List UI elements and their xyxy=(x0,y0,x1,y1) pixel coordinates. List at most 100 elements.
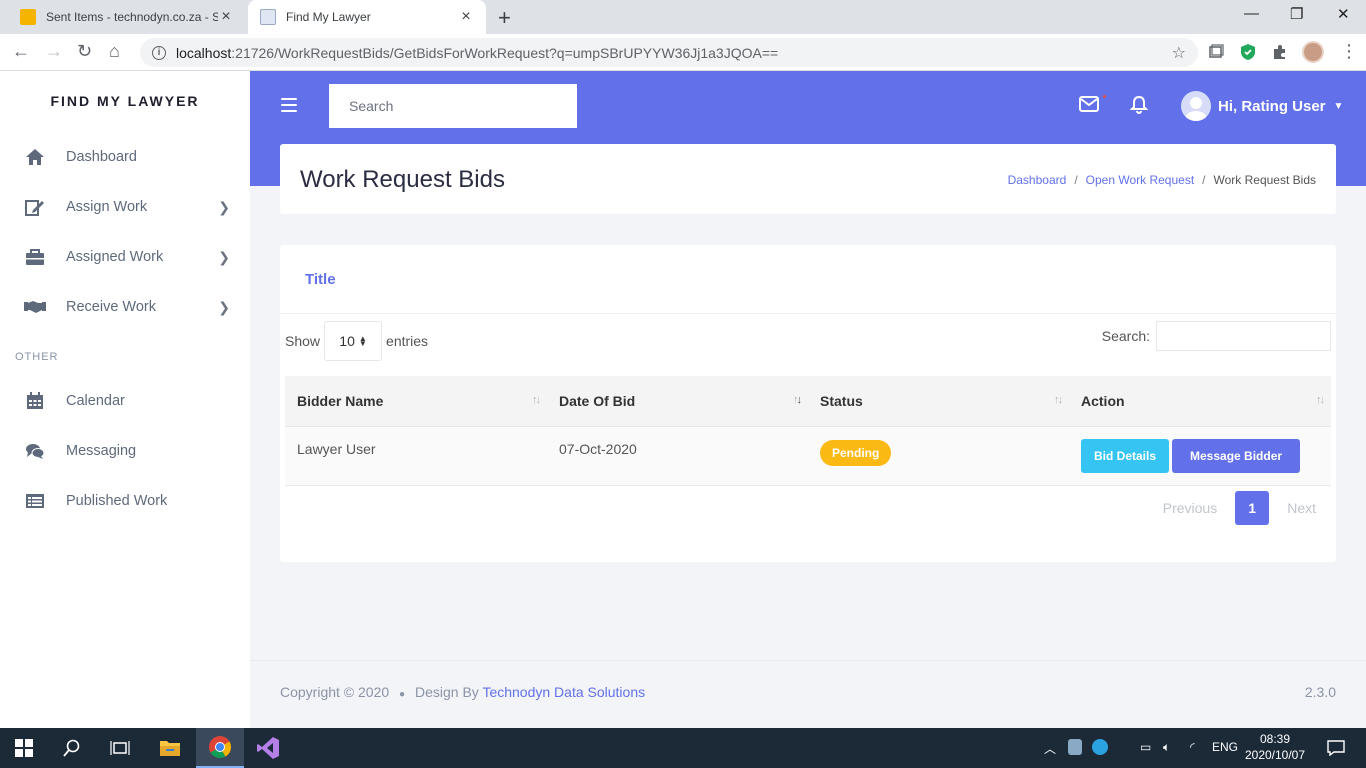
breadcrumb-separator: / xyxy=(1074,173,1078,187)
sidebar-item-messaging[interactable]: Messaging xyxy=(0,431,250,471)
cell-date-of-bid: 07-Oct-2020 xyxy=(547,426,808,486)
pagination-next-button[interactable]: Next xyxy=(1275,491,1328,525)
cell-action: Bid Details Message Bidder xyxy=(1069,426,1331,486)
entries-length-control: Show 10 ▲ ▼ entries xyxy=(285,321,428,361)
clock-date: 2020/10/07 xyxy=(1244,748,1306,762)
sidebar-item-receive-work[interactable]: Receive Work ❯ xyxy=(0,287,250,327)
column-header-action[interactable]: Action ↑↓ xyxy=(1069,376,1331,427)
minimize-icon[interactable]: — xyxy=(1244,5,1259,22)
table-filter: Search: xyxy=(1102,321,1331,351)
entries-select-value: 10 xyxy=(339,333,355,349)
close-window-icon[interactable]: ✕ xyxy=(1337,5,1350,23)
sidebar-item-dashboard[interactable]: Dashboard xyxy=(0,137,250,177)
extensions-puzzle-icon[interactable] xyxy=(1271,43,1289,61)
language-indicator[interactable]: ENG xyxy=(1212,740,1238,754)
entries-select[interactable]: 10 ▲ ▼ xyxy=(324,321,383,361)
sidebar: FIND MY LAWYER Dashboard Assign Work ❯ A… xyxy=(0,71,250,728)
windows-taskbar: ︿ ▭ 🔈︎ ◜ ENG 08:39 2020/10/07 xyxy=(0,728,1366,768)
menu-toggle-icon[interactable] xyxy=(281,98,297,116)
chrome-menu-icon[interactable]: ⋮ xyxy=(1340,41,1358,62)
volume-icon[interactable]: 🔈︎ xyxy=(1163,740,1170,755)
bell-icon[interactable] xyxy=(1130,95,1148,114)
main-area: Hi, Rating User ▼ Work Request Bids Dash… xyxy=(250,71,1366,728)
new-tab-icon[interactable]: + xyxy=(498,5,511,31)
message-bidder-button[interactable]: Message Bidder xyxy=(1172,438,1301,473)
user-menu[interactable]: Hi, Rating User ▼ xyxy=(1181,91,1343,121)
pagination-page-button[interactable]: 1 xyxy=(1235,491,1270,525)
card-title: Title xyxy=(305,271,336,288)
envelope-icon[interactable] xyxy=(1079,96,1099,112)
sidebar-item-assign-work[interactable]: Assign Work ❯ xyxy=(0,187,250,227)
version-text: 2.3.0 xyxy=(1304,684,1336,700)
tray-app-icon[interactable] xyxy=(1068,739,1082,755)
visual-studio-icon[interactable] xyxy=(244,728,292,768)
battery-icon[interactable]: ▭ xyxy=(1140,740,1151,754)
column-header-bidder-name[interactable]: Bidder Name ↑↓ xyxy=(285,376,547,427)
browser-tab-find-my-lawyer[interactable]: Find My Lawyer × xyxy=(248,0,486,34)
sidebar-item-published-work[interactable]: Published Work xyxy=(0,481,250,521)
tab-search-icon[interactable] xyxy=(1207,43,1225,61)
maximize-icon[interactable]: ❐ xyxy=(1290,5,1303,23)
column-header-date-of-bid[interactable]: Date Of Bid ↑↓ xyxy=(547,376,808,427)
notifications-icon[interactable] xyxy=(1312,728,1360,768)
taskbar-clock[interactable]: 08:39 2020/10/07 xyxy=(1240,731,1310,763)
user-avatar-icon xyxy=(1181,91,1211,121)
company-link[interactable]: Technodyn Data Solutions xyxy=(482,684,645,700)
browser-tab-mail[interactable]: Sent Items - technodyn.co.za - Sr × xyxy=(8,0,246,34)
chevron-right-icon: ❯ xyxy=(218,298,230,315)
browser-toolbar: ← → ↻ ⌂ i localhost:21726/WorkRequestBid… xyxy=(0,34,1366,71)
close-tab-icon[interactable]: × xyxy=(218,8,234,26)
bookmark-star-icon[interactable]: ☆ xyxy=(1172,43,1186,63)
cell-bidder-name: Lawyer User xyxy=(285,426,547,486)
search-icon[interactable] xyxy=(48,728,96,768)
mail-favicon-icon xyxy=(20,9,36,25)
sidebar-section-label: OTHER xyxy=(15,351,59,363)
table-header-row: Bidder Name ↑↓ Date Of Bid ↑↓ Status ↑↓ Act… xyxy=(285,376,1331,427)
site-info-icon[interactable]: i xyxy=(152,45,166,60)
filter-label: Search: xyxy=(1101,328,1150,344)
header-search-input[interactable] xyxy=(329,84,577,128)
home-icon xyxy=(24,146,46,168)
sort-icon: ↑↓ xyxy=(1054,394,1063,406)
sidebar-item-label: Calendar xyxy=(66,393,125,409)
tray-expand-icon[interactable]: ︿ xyxy=(1044,740,1056,757)
list-icon xyxy=(24,490,46,512)
reload-icon[interactable]: ↻ xyxy=(77,41,92,62)
breadcrumb-separator: / xyxy=(1202,173,1206,187)
breadcrumb-link-dashboard[interactable]: Dashboard xyxy=(1008,173,1067,187)
forward-icon[interactable]: → xyxy=(45,41,63,62)
home-icon[interactable]: ⌂ xyxy=(109,41,120,62)
sidebar-item-label: Receive Work xyxy=(66,299,156,315)
cell-status: Pending xyxy=(808,426,1069,486)
close-tab-icon[interactable]: × xyxy=(458,8,474,26)
comments-icon xyxy=(24,440,46,462)
brand-logo-text[interactable]: FIND MY LAWYER xyxy=(0,93,250,109)
shield-extension-icon[interactable] xyxy=(1239,43,1257,61)
chrome-taskbar-icon[interactable] xyxy=(196,728,244,768)
briefcase-icon xyxy=(24,246,46,268)
breadcrumb-current: Work Request Bids xyxy=(1213,173,1317,187)
sidebar-item-label: Messaging xyxy=(66,443,137,459)
breadcrumb-link-open-work-request[interactable]: Open Work Request xyxy=(1086,173,1195,187)
file-explorer-icon[interactable] xyxy=(146,728,194,768)
back-icon[interactable]: ← xyxy=(12,41,30,62)
profile-avatar[interactable] xyxy=(1302,41,1324,63)
pagination-previous-button[interactable]: Previous xyxy=(1151,491,1229,525)
bid-details-button[interactable]: Bid Details xyxy=(1081,438,1170,473)
task-view-icon[interactable] xyxy=(96,728,144,768)
column-header-status[interactable]: Status ↑↓ xyxy=(808,376,1069,427)
wifi-icon[interactable]: ◜ xyxy=(1190,740,1195,754)
browser-tab-strip: Sent Items - technodyn.co.za - Sr × Find… xyxy=(0,0,1366,34)
table-search-input[interactable] xyxy=(1156,321,1331,351)
windows-start-icon[interactable] xyxy=(0,728,48,768)
sidebar-item-calendar[interactable]: Calendar xyxy=(0,381,250,421)
telegram-icon[interactable] xyxy=(1092,739,1108,755)
bids-table: Bidder Name ↑↓ Date Of Bid ↑↓ Status ↑↓ Act… xyxy=(285,376,1331,486)
page-favicon-icon xyxy=(260,9,276,25)
sidebar-item-label: Assign Work xyxy=(66,199,148,215)
sidebar-item-assigned-work[interactable]: Assigned Work ❯ xyxy=(0,237,250,277)
entries-label: entries xyxy=(386,333,429,349)
status-badge: Pending xyxy=(820,439,892,466)
address-bar[interactable]: i localhost:21726/WorkRequestBids/GetBid… xyxy=(140,38,1198,67)
clock-time: 08:39 xyxy=(1259,732,1291,746)
